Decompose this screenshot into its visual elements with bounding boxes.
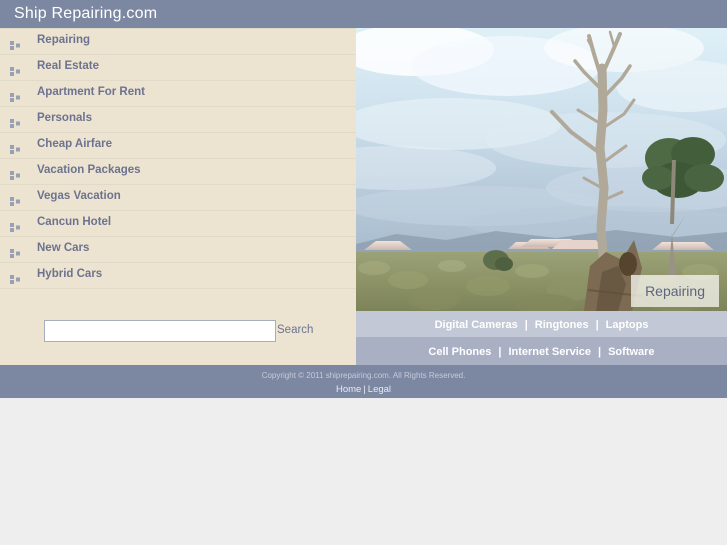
- three-squares-bullet-icon: [10, 89, 21, 102]
- sub-nav-row-2: Cell Phones | Internet Service | Software: [356, 337, 727, 365]
- site-header: Ship Repairing.com: [0, 0, 727, 28]
- sidebar-item-vegas-vacation[interactable]: Vegas Vacation: [0, 185, 356, 211]
- sub-nav-link-digital-cameras[interactable]: Digital Cameras: [435, 319, 518, 331]
- hero-image: Repairing: [356, 28, 727, 311]
- sidebar: Repairing Real Estate Apartment For Rent Pe…: [0, 28, 356, 365]
- three-squares-bullet-icon: [10, 271, 21, 284]
- page-root: Ship Repairing.com Repairing Real Estate A…: [0, 0, 727, 545]
- three-squares-bullet-icon: [10, 219, 21, 232]
- footer-link-legal[interactable]: Legal: [368, 384, 391, 395]
- three-squares-bullet-icon: [10, 115, 21, 128]
- sidebar-item-label: Hybrid Cars: [37, 268, 103, 280]
- sidebar-item-label: Vegas Vacation: [37, 190, 121, 202]
- sub-nav-separator: |: [498, 346, 502, 358]
- sidebar-item-real-estate[interactable]: Real Estate: [0, 55, 356, 81]
- search-input[interactable]: [44, 320, 276, 342]
- site-footer: Copyright © 2011 shiprepairing.com. All …: [0, 365, 727, 398]
- sub-nav-separator: |: [598, 346, 602, 358]
- sub-nav-link-cell-phones[interactable]: Cell Phones: [428, 346, 491, 358]
- footer-separator: |: [363, 384, 366, 395]
- three-squares-bullet-icon: [10, 193, 21, 206]
- three-squares-bullet-icon: [10, 245, 21, 258]
- sidebar-item-hybrid-cars[interactable]: Hybrid Cars: [0, 263, 356, 289]
- three-squares-bullet-icon: [10, 141, 21, 154]
- sidebar-item-personals[interactable]: Personals: [0, 107, 356, 133]
- sidebar-item-label: Real Estate: [37, 60, 100, 72]
- sub-nav-separator: |: [595, 319, 599, 331]
- sub-nav-link-internet-service[interactable]: Internet Service: [508, 346, 591, 358]
- sidebar-item-label: Vacation Packages: [37, 164, 141, 176]
- three-squares-bullet-icon: [10, 37, 21, 50]
- sidebar-nav-list: Repairing Real Estate Apartment For Rent Pe…: [0, 28, 356, 289]
- sub-nav-row-1: Digital Cameras | Ringtones | Laptops: [356, 311, 727, 337]
- sidebar-item-label: New Cars: [37, 242, 90, 254]
- sidebar-item-cancun-hotel[interactable]: Cancun Hotel: [0, 211, 356, 237]
- desert-landscape-illustration: [356, 28, 727, 311]
- footer-link-home[interactable]: Home: [336, 384, 361, 395]
- search-area: Search: [0, 311, 356, 365]
- sidebar-item-label: Cancun Hotel: [37, 216, 112, 228]
- copyright-text: Copyright © 2011 shiprepairing.com. All …: [261, 371, 466, 380]
- sidebar-item-cheap-airfare[interactable]: Cheap Airfare: [0, 133, 356, 159]
- page-title: Ship Repairing.com: [14, 5, 158, 22]
- three-squares-bullet-icon: [10, 63, 21, 76]
- sub-nav-link-ringtones[interactable]: Ringtones: [535, 319, 589, 331]
- sidebar-item-label: Repairing: [37, 34, 91, 46]
- sidebar-item-new-cars[interactable]: New Cars: [0, 237, 356, 263]
- sidebar-item-apartment-for-rent[interactable]: Apartment For Rent: [0, 81, 356, 107]
- sidebar-item-vacation-packages[interactable]: Vacation Packages: [0, 159, 356, 185]
- search-button[interactable]: Search: [277, 324, 313, 336]
- sidebar-item-repairing[interactable]: Repairing: [0, 28, 356, 55]
- three-squares-bullet-icon: [10, 167, 21, 180]
- sub-nav-separator: |: [524, 319, 528, 331]
- sidebar-item-label: Personals: [37, 112, 92, 124]
- sub-nav-link-software[interactable]: Software: [608, 346, 654, 358]
- sub-nav-link-laptops[interactable]: Laptops: [606, 319, 649, 331]
- hero-caption: Repairing: [631, 275, 719, 307]
- sidebar-item-label: Apartment For Rent: [37, 86, 145, 98]
- footer-links: Home | Legal: [0, 384, 727, 395]
- sidebar-item-label: Cheap Airfare: [37, 138, 112, 150]
- content-column: Repairing Digital Cameras | Ringtones | Lapt…: [356, 28, 727, 365]
